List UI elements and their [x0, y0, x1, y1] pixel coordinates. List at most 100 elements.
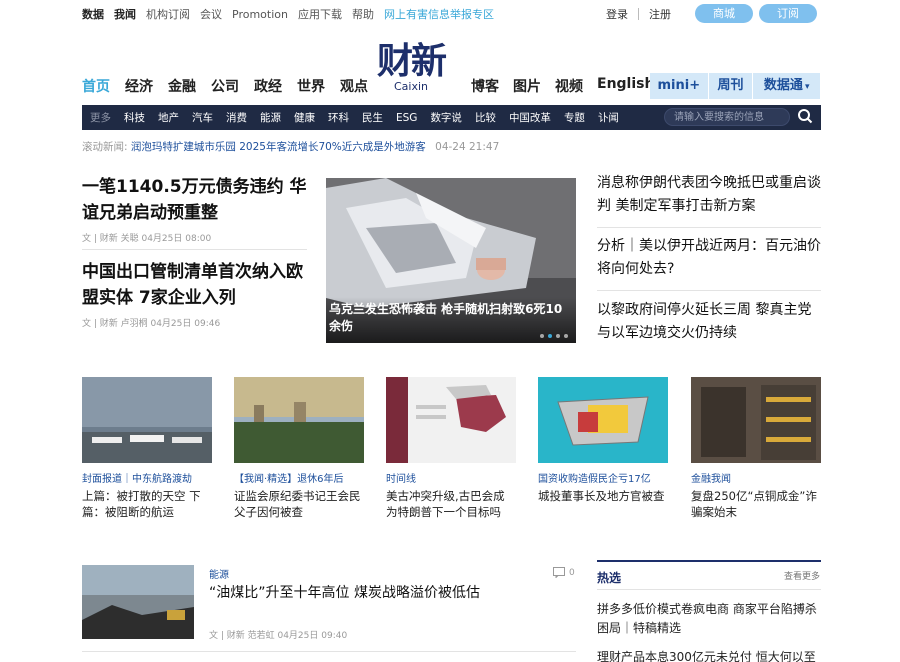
comment-count-value: 0: [569, 567, 575, 578]
top-link-wowen[interactable]: 我闻: [114, 6, 136, 22]
right-headline[interactable]: 消息称伊朗代表团今晚抵巴或重启谈判 美制定军事打击新方案: [597, 172, 822, 218]
carousel-dot-active[interactable]: [548, 334, 552, 338]
divider: [597, 560, 821, 562]
subnav-item[interactable]: 环科: [328, 110, 349, 125]
nav-politics[interactable]: 政经: [254, 76, 282, 98]
subnav-item[interactable]: ESG: [396, 112, 417, 124]
ticker-headline[interactable]: 润泡玛特扩建城市乐园 2025年客流增长70%近六成是外地游客: [131, 141, 426, 153]
main-nav: 首页 经济 金融 公司 政经 世界 观点: [82, 76, 368, 98]
ticker-label: 滚动新闻:: [82, 141, 128, 153]
top-link-promotion[interactable]: Promotion: [232, 8, 288, 21]
carousel-dot[interactable]: [540, 334, 544, 338]
thumb-card[interactable]: 时间线 美古冲突升级,古巴会成为特朗普下一个目标吗: [386, 377, 516, 520]
nav-opinion[interactable]: 观点: [340, 76, 368, 98]
subnav-item[interactable]: 消费: [226, 110, 247, 125]
right-headline[interactable]: 分析｜美以伊开战近两月：百元油价将向何处去?: [597, 235, 822, 281]
search-input[interactable]: 请输入要搜索的信息: [664, 108, 790, 126]
top-link-app-download[interactable]: 应用下载: [298, 6, 342, 22]
thumb-title: 复盘250亿“点铜成金”诈骗案始末: [691, 489, 817, 519]
hero-photo[interactable]: 乌克兰发生恐怖袭击 枪手随机扫射致6死10余伤: [326, 178, 576, 343]
shop-button[interactable]: 商城: [695, 4, 753, 23]
comment-count[interactable]: 0: [553, 567, 575, 578]
product-tabs: mini+ 周刊 数据通 ▾: [650, 73, 821, 99]
carousel-dot[interactable]: [564, 334, 568, 338]
thumb-title: 证监会原纪委书记王会民父子因何被查: [234, 489, 361, 519]
right-headline[interactable]: 以黎政府间停火延长三周 黎真主党与以军边境交火仍持续: [597, 299, 822, 345]
carousel-dots: [540, 334, 568, 338]
thumb-card[interactable]: 国资收购造假民企亏17亿 城投董事长及地方官被查: [538, 377, 668, 504]
nav-home[interactable]: 首页: [82, 76, 110, 98]
divider: [82, 249, 307, 250]
thumb-tag: 封面报道｜中东航路渡劫: [82, 474, 192, 485]
tab-mini[interactable]: mini+: [650, 73, 708, 99]
logo-cn: 财新: [376, 40, 447, 82]
right-nav: 博客 图片 视频 English: [471, 76, 654, 96]
lead-story-1: 一笔1140.5万元债务违约 华谊兄弟启动预重整 文 | 财新 关聪 04月25…: [82, 174, 312, 244]
thumb-card[interactable]: 金融我闻 复盘250亿“点铜成金”诈骗案始末: [691, 377, 821, 520]
lead-headline[interactable]: 一笔1140.5万元债务违约 华谊兄弟启动预重整: [82, 174, 312, 226]
subnav-item[interactable]: 民生: [362, 110, 383, 125]
report-link[interactable]: 网上有害信息举报专区: [384, 6, 494, 22]
thumb-card[interactable]: 封面报道｜中东航路渡劫 上篇：被打散的天空 下篇：被阻断的航运: [82, 377, 212, 520]
top-link-data[interactable]: 数据: [82, 6, 104, 22]
divider: [597, 290, 821, 291]
thumb-tag: 【我闻·精选】退休6年后: [234, 474, 344, 485]
carousel-dot[interactable]: [556, 334, 560, 338]
top-link-meeting[interactable]: 会议: [200, 6, 222, 22]
nav-video[interactable]: 视频: [555, 76, 583, 96]
login-link[interactable]: 登录: [606, 6, 628, 22]
comment-icon: [553, 567, 565, 578]
lead-headline[interactable]: 中国出口管制清单首次纳入欧盟实体 7家企业入列: [82, 259, 312, 311]
divider: [638, 7, 639, 20]
article-title[interactable]: “油煤比”升至十年高位 煤炭战略溢价被低估: [209, 582, 480, 602]
subnav-item[interactable]: 能源: [260, 110, 281, 125]
thumb-tag: 金融我闻: [691, 474, 731, 485]
thumb-title: 城投董事长及地方官被查: [538, 489, 665, 503]
tab-weekly[interactable]: 周刊: [708, 73, 753, 99]
subnav-item[interactable]: 比较: [475, 110, 496, 125]
nav-blog[interactable]: 博客: [471, 76, 499, 96]
tab-data-pass[interactable]: 数据通 ▾: [753, 73, 820, 99]
subscribe-button[interactable]: 订阅: [759, 4, 817, 23]
nav-photos[interactable]: 图片: [513, 76, 541, 96]
divider: [597, 589, 821, 590]
hot-item[interactable]: 理财产品本息300亿元未兑付 恒大何以至: [597, 648, 822, 662]
lead-story-2: 中国出口管制清单首次纳入欧盟实体 7家企业入列 文 | 财新 卢羽桐 04月25…: [82, 259, 312, 329]
nav-finance[interactable]: 金融: [168, 76, 196, 98]
subnav-item[interactable]: 健康: [294, 110, 315, 125]
divider: [82, 651, 576, 652]
article-tag[interactable]: 能源: [209, 566, 229, 581]
thumb-card[interactable]: 【我闻·精选】退休6年后 证监会原纪委书记王会民父子因何被查: [234, 377, 364, 520]
article-meta: 文 | 财新 范若虹 04月25日 09:40: [209, 631, 348, 641]
chevron-down-icon: ▾: [804, 82, 810, 92]
nav-economy[interactable]: 经济: [125, 76, 153, 98]
subnav-item[interactable]: 中国改革: [509, 110, 551, 125]
thumb-title: 美古冲突升级,古巴会成为特朗普下一个目标吗: [386, 489, 505, 519]
sub-nav: 更多 科技 地产 汽车 消费 能源 健康 环科 民生 ESG 数字说 比较 中国…: [82, 105, 821, 130]
thumb-image-map: [386, 377, 516, 463]
hot-item[interactable]: 拼多多低价模式卷疯电商 商家平台陷搏杀困局｜特稿精选: [597, 600, 822, 638]
ticker-time: 04-24 21:47: [435, 141, 500, 153]
subnav-item[interactable]: 地产: [158, 110, 179, 125]
subnav-item[interactable]: 汽车: [192, 110, 213, 125]
subnav-item[interactable]: 科技: [124, 110, 145, 125]
nav-english[interactable]: English: [597, 76, 654, 96]
thumb-tag: 国资收购造假民企亏17亿: [538, 474, 651, 485]
thumb-title: 上篇：被打散的天空 下篇：被阻断的航运: [82, 489, 201, 519]
hot-more-link[interactable]: 查看更多: [784, 569, 820, 582]
caixin-logo[interactable]: 财新 Caixin: [366, 40, 456, 93]
lead-meta: 文 | 财新 卢羽桐 04月25日 09:46: [82, 319, 221, 329]
top-link-help[interactable]: 帮助: [352, 6, 374, 22]
top-link-institution[interactable]: 机构订阅: [146, 6, 190, 22]
subnav-item[interactable]: 数字说: [430, 110, 462, 125]
subnav-item[interactable]: 专题: [564, 110, 585, 125]
register-link[interactable]: 注册: [649, 6, 671, 22]
subnav-item[interactable]: 讣闻: [598, 110, 619, 125]
article-thumb[interactable]: [82, 565, 194, 639]
subnav-more[interactable]: 更多: [90, 110, 111, 125]
nav-world[interactable]: 世界: [297, 76, 325, 98]
top-utility-bar: 数据 我闻 机构订阅 会议 Promotion 应用下载 帮助 网上有害信息举报…: [82, 4, 822, 24]
search-icon[interactable]: [797, 108, 813, 124]
thumb-image-cart: [538, 377, 668, 463]
nav-company[interactable]: 公司: [211, 76, 239, 98]
